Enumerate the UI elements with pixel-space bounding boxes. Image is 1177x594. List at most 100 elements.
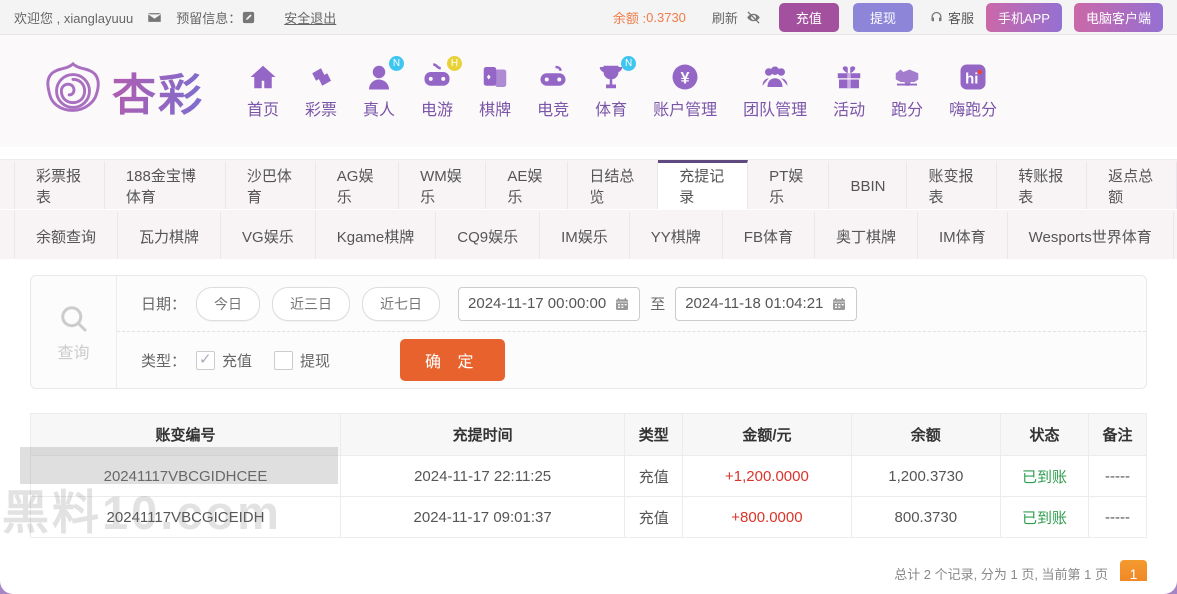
tab-saba-sports[interactable]: 沙巴体育 (225, 160, 316, 209)
team-icon (762, 66, 788, 87)
customer-service-link[interactable]: 客服 (929, 8, 974, 27)
col-header-balance: 余额 (851, 414, 1002, 456)
nav-label: 活动 (833, 102, 866, 119)
record-status: 已到账 (1001, 497, 1090, 538)
nav-item-esports[interactable]: 电竞 (537, 62, 569, 120)
page: 欢迎您 , xianglayuuu 预留信息： 安全退出 余额 : 0.3730… (0, 0, 1177, 594)
tab-cq9[interactable]: CQ9娱乐 (436, 210, 541, 259)
welcome-text: 欢迎您 , xianglayuuu (14, 10, 134, 26)
tab-kgame[interactable]: Kgame棋牌 (315, 210, 437, 259)
logout-link[interactable]: 安全退出 (284, 8, 336, 27)
tab-ae[interactable]: AE娱乐 (486, 160, 569, 209)
nav-item-boardgames[interactable]: 棋牌 (479, 62, 511, 120)
coin-icon: ¥ (672, 64, 698, 90)
date-from-input[interactable]: 2024-11-17 00:00:00 (458, 286, 641, 321)
col-header-amount: 金额/元 (683, 414, 852, 456)
tab-bbin[interactable]: BBIN (829, 160, 908, 209)
nav-label: 电游 (421, 102, 454, 119)
edit-icon[interactable] (241, 10, 256, 25)
deposit-checkbox[interactable] (196, 350, 216, 370)
bottom-strip (0, 581, 1177, 594)
nav-item-team[interactable]: 团队管理 (743, 62, 807, 120)
deposit-button[interactable]: 充值 (778, 2, 839, 32)
nav-item-hi-paofen[interactable]: hi 嗨跑分 (949, 62, 997, 120)
svg-text:hi: hi (965, 70, 978, 87)
nav-item-egames[interactable]: H 电游 (421, 56, 463, 120)
topbar: 欢迎您 , xianglayuuu 预留信息： 安全退出 余额 : 0.3730… (0, 0, 1177, 35)
query-filter-panel: 查询 日期： 今日 近三日 近七日 2024-11-17 00:00:00 至 … (30, 275, 1147, 389)
tab-wesports[interactable]: Wesports世界体育 (1007, 210, 1174, 259)
calendar-icon (616, 297, 629, 310)
ticket-icon (312, 68, 332, 86)
withdraw-checkbox-label[interactable]: 提现 (300, 350, 330, 371)
refresh-button[interactable]: 刷新 (712, 8, 738, 27)
tab-deposit-withdraw-records[interactable]: 充提记录 (658, 160, 749, 209)
nav-item-lottery[interactable]: 彩票 (305, 62, 337, 120)
nav-label: 团队管理 (743, 102, 808, 119)
record-time: 2024-11-17 22:11:25 (340, 456, 626, 497)
nav-item-account[interactable]: ¥ 账户管理 (653, 62, 717, 120)
balance-label: 余额 : (612, 10, 647, 26)
logo-text: 杏彩 (112, 59, 204, 123)
eye-slash-icon[interactable] (746, 10, 761, 25)
site-logo[interactable]: 杏彩 (42, 59, 204, 123)
date-label: 日期： (141, 296, 187, 313)
nav-item-promotions[interactable]: 活动 (833, 62, 865, 120)
col-header-status: 状态 (1001, 414, 1090, 456)
date-to-input[interactable]: 2024-11-18 01:04:21 (675, 286, 858, 321)
record-type: 充值 (625, 497, 684, 538)
query-rail-label: 查询 (57, 345, 90, 362)
nav-label: 真人 (363, 102, 396, 119)
tab-transfer-report[interactable]: 转账报表 (997, 160, 1088, 209)
withdraw-button[interactable]: 提现 (852, 2, 913, 32)
main-nav: 首页 彩票 N 真人 H 电游 棋牌 电竞 N 体育 ¥ 账户管理 团队管理 活… (234, 56, 1010, 120)
tab-lottery-report[interactable]: 彩票报表 (14, 160, 105, 209)
nav-item-live[interactable]: N 真人 (363, 56, 405, 120)
logo-flower-icon (46, 61, 100, 112)
tab-pt[interactable]: PT娱乐 (748, 160, 830, 209)
new-badge: N (621, 56, 637, 71)
record-balance: 800.3730 (851, 497, 1002, 538)
tab-account-change-report[interactable]: 账变报表 (907, 160, 998, 209)
tab-188-sports[interactable]: 188金宝博体育 (104, 160, 226, 209)
pc-client-button[interactable]: 电脑客户端 (1073, 2, 1163, 32)
table-row: 20241117VBCGIDHCEE 2024-11-17 22:11:25 充… (31, 456, 1146, 497)
tab-balance-query[interactable]: 余额查询 (14, 210, 119, 259)
range-7days-button[interactable]: 近七日 (362, 286, 441, 321)
tab-yy[interactable]: YY棋牌 (629, 210, 723, 259)
site-header: 杏彩 首页 彩票 N 真人 H 电游 棋牌 电竞 N 体育 ¥ 账户管理 团队管… (0, 35, 1177, 147)
tab-fb-sports[interactable]: FB体育 (722, 210, 815, 259)
nav-item-sports[interactable]: N 体育 (595, 56, 637, 120)
nav-item-paofen[interactable]: 跑分 (891, 62, 923, 120)
tab-wali[interactable]: 瓦力棋牌 (118, 210, 222, 259)
range-3days-button[interactable]: 近三日 (272, 286, 351, 321)
nav-label: 嗨跑分 (949, 102, 998, 119)
report-tabs: 彩票报表 188金宝博体育 沙巴体育 AG娱乐 WM娱乐 AE娱乐 日结总览 充… (0, 159, 1177, 260)
nav-label: 电竞 (537, 102, 570, 119)
record-balance: 1,200.3730 (851, 456, 1002, 497)
tab-wm[interactable]: WM娱乐 (399, 160, 487, 209)
date-from-value: 2024-11-17 00:00:00 (468, 295, 607, 312)
tab-daily-summary[interactable]: 日结总览 (568, 160, 659, 209)
gift-icon (837, 66, 861, 89)
cards-icon (483, 67, 507, 87)
bottom-strip-mask (0, 581, 1177, 594)
tab-ag[interactable]: AG娱乐 (315, 160, 400, 209)
col-header-note: 备注 (1089, 414, 1146, 456)
mobile-app-button[interactable]: 手机APP (985, 2, 1062, 32)
hi-app-icon: hi (960, 64, 986, 90)
tab-im-entertainment[interactable]: IM娱乐 (540, 210, 630, 259)
query-rail: 查询 (31, 276, 117, 388)
tab-im-sports[interactable]: IM体育 (917, 210, 1008, 259)
nav-item-home[interactable]: 首页 (247, 62, 279, 120)
rhino-icon (895, 69, 919, 86)
envelope-icon[interactable] (147, 10, 162, 25)
deposit-checkbox-label[interactable]: 充值 (222, 350, 252, 371)
withdraw-checkbox[interactable] (274, 350, 294, 370)
range-today-button[interactable]: 今日 (196, 286, 261, 321)
confirm-button[interactable]: 确 定 (400, 339, 505, 381)
tab-rebate-total[interactable]: 返点总额 (1087, 160, 1177, 209)
nav-label: 账户管理 (653, 102, 718, 119)
tab-aoding[interactable]: 奥丁棋牌 (814, 210, 918, 259)
tab-vg[interactable]: VG娱乐 (221, 210, 316, 259)
